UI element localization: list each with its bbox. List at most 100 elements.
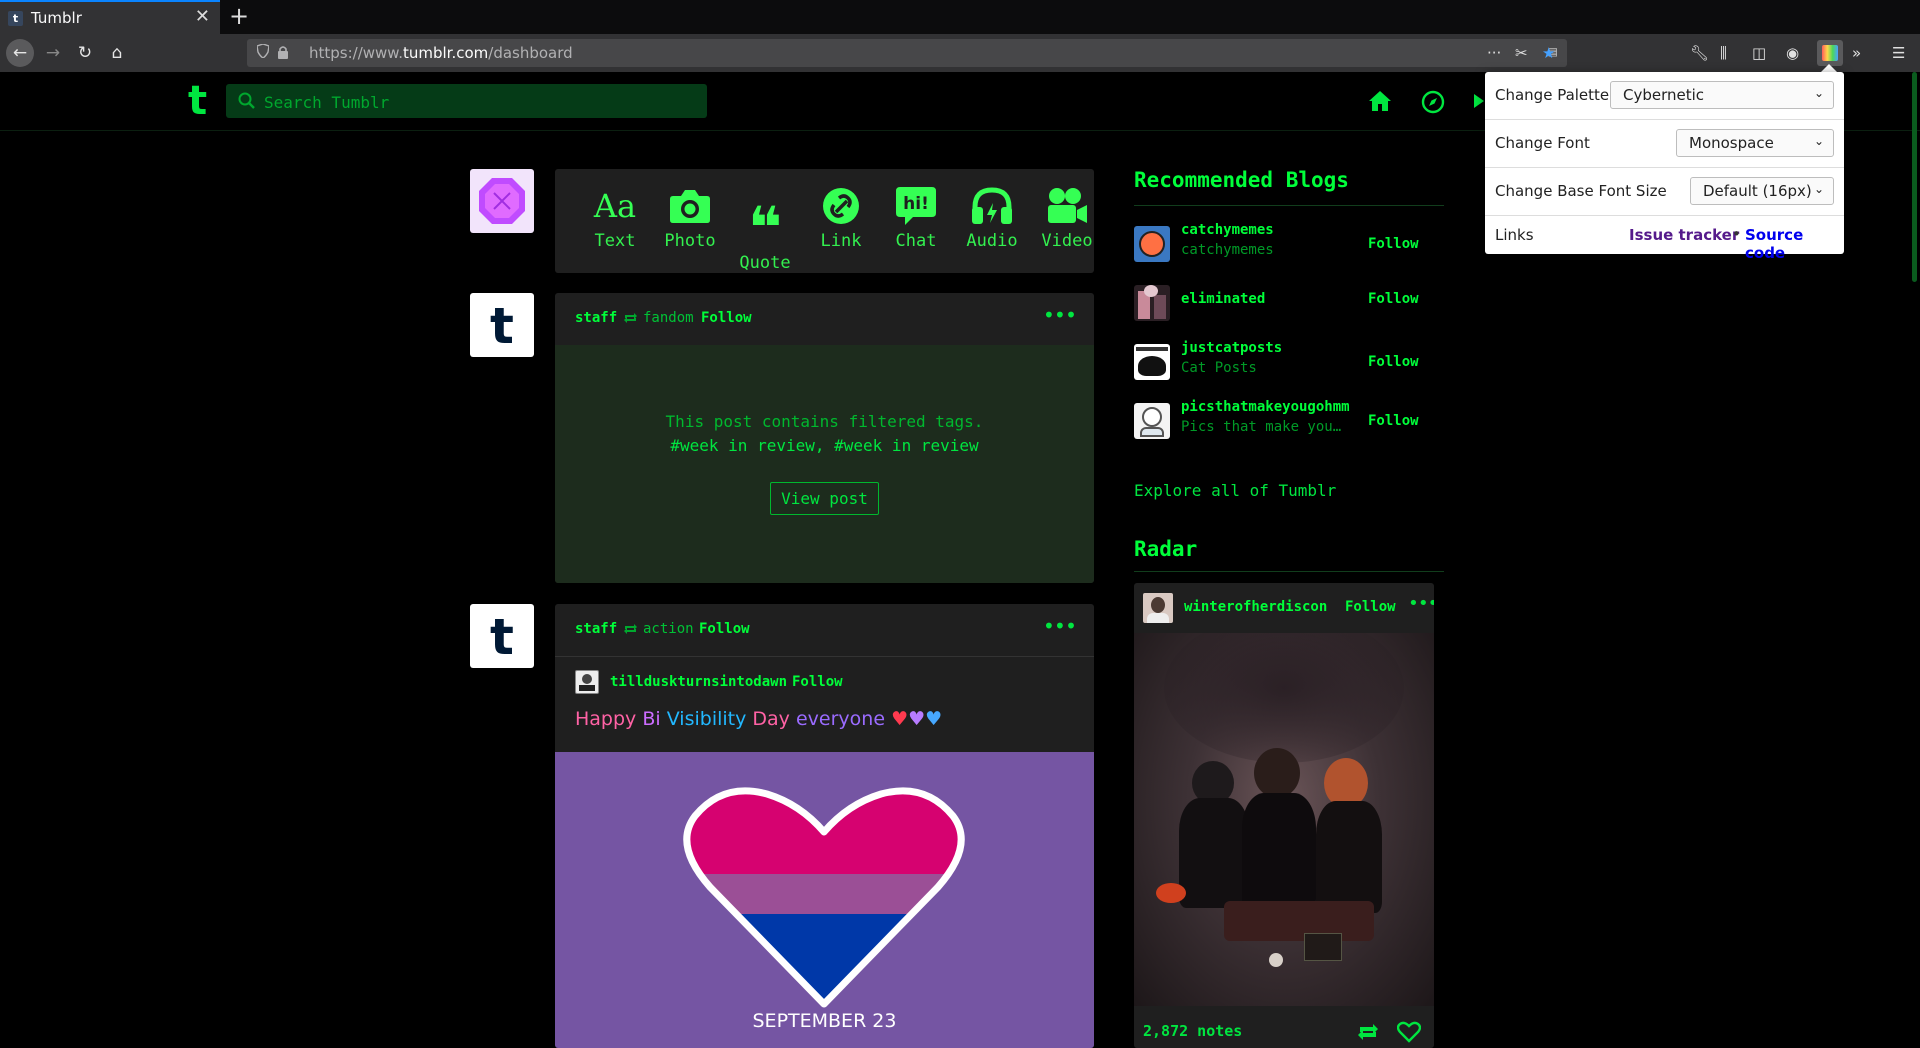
recommended-blog-item[interactable]: catchymemes catchymemes Follow <box>1134 218 1444 266</box>
new-tab-icon[interactable]: + <box>229 2 249 30</box>
bookmark-star-icon[interactable]: ★ <box>1542 44 1555 62</box>
more-options-icon[interactable]: ••• <box>1043 303 1077 327</box>
url-text[interactable]: https://www.tumblr.com/dashboard <box>309 44 573 62</box>
recommended-blog-item[interactable]: justcatposts Cat Posts Follow <box>1134 336 1444 384</box>
radar-notes-count[interactable]: 2,872 notes <box>1143 1022 1242 1040</box>
blog-avatar[interactable] <box>1134 403 1170 439</box>
follow-button[interactable]: Follow <box>1368 291 1419 307</box>
blog-name[interactable]: justcatposts <box>1181 340 1282 356</box>
reblog-icon[interactable] <box>1357 1022 1379 1042</box>
post-type-label: Quote <box>739 253 791 273</box>
blog-name[interactable]: catchymemes <box>1181 222 1274 238</box>
font-size-select[interactable]: Default (16px) ⌄ <box>1690 177 1834 205</box>
reblog-source[interactable]: action <box>643 621 694 637</box>
lock-icon[interactable] <box>277 45 289 59</box>
back-button[interactable]: ← <box>6 39 34 67</box>
radar-blog-name[interactable]: winterofherdiscon <box>1184 599 1327 615</box>
like-heart-icon[interactable] <box>1397 1021 1421 1043</box>
blog-avatar[interactable] <box>1134 226 1170 262</box>
sidebar-icon[interactable]: ◫ <box>1752 44 1766 62</box>
blue-heart-icon: ♥ <box>925 708 943 730</box>
follow-button[interactable]: Follow <box>699 621 750 637</box>
view-post-button[interactable]: View post <box>770 482 879 515</box>
address-bar[interactable]: https://www.tumblr.com/dashboard ▤ <box>247 39 1567 67</box>
chevron-down-icon: ⌄ <box>1813 134 1824 148</box>
post-type-photo[interactable]: Photo <box>653 185 727 251</box>
chevron-down-icon: ⌄ <box>1813 182 1824 196</box>
tumblr-logo[interactable]: t <box>188 78 207 124</box>
post-type-text[interactable]: Aa Text <box>578 185 652 251</box>
links-label: Links <box>1495 226 1534 244</box>
palette-extension-popup: Change Palette Cybernetic ⌄ Change Font … <box>1485 72 1844 262</box>
close-tab-icon[interactable]: ✕ <box>195 6 210 27</box>
post-card: staff action Follow ••• tillduskturnsint… <box>555 604 1094 1048</box>
post-type-quote[interactable]: ❝ Quote <box>728 185 802 273</box>
reblog-source[interactable]: fandom <box>643 310 694 326</box>
library-icon[interactable]: ⫼ <box>1720 44 1727 62</box>
reblog-follow-button[interactable]: Follow <box>792 674 843 690</box>
follow-button[interactable]: Follow <box>701 310 752 326</box>
bi-visibility-image[interactable]: SEPTEMBER 23 <box>555 752 1094 1048</box>
blog-name[interactable]: eliminated <box>1181 291 1265 307</box>
blog-avatar[interactable]: t <box>470 604 534 668</box>
explore-link[interactable]: Explore all of Tumblr <box>1134 481 1336 500</box>
post-type-bar: Aa Text Photo ❝ Quote Link hi! Chat Audi… <box>555 169 1094 273</box>
blog-avatar[interactable] <box>1134 344 1170 380</box>
page-scrollbar[interactable] <box>1912 72 1917 282</box>
blog-description: Pics that make you… <box>1181 419 1342 435</box>
blog-description: catchymemes <box>1181 242 1274 258</box>
palette-extension-icon[interactable] <box>1817 40 1843 66</box>
forward-button[interactable]: → <box>40 40 66 66</box>
page-actions-icon[interactable]: ··· <box>1487 44 1501 62</box>
radar-avatar[interactable] <box>1143 593 1173 623</box>
more-options-icon[interactable]: ••• <box>1043 614 1077 638</box>
recommended-blog-item[interactable]: eliminated Follow <box>1134 277 1444 325</box>
radar-follow-button[interactable]: Follow <box>1345 599 1396 615</box>
source-code-link[interactable]: Source code <box>1745 226 1844 262</box>
font-select[interactable]: Monospace ⌄ <box>1676 129 1834 157</box>
screenshot-icon[interactable]: ✂ <box>1515 44 1528 62</box>
radar-photo[interactable] <box>1134 633 1434 1006</box>
tumblr-favicon-icon: t <box>8 11 23 26</box>
blog-name[interactable]: picsthatmakeyougohmm <box>1181 399 1350 415</box>
blog-avatar[interactable] <box>1134 285 1170 321</box>
search-box[interactable] <box>226 84 707 118</box>
issue-tracker-link[interactable]: Issue tracker <box>1629 226 1739 244</box>
wrench-icon[interactable]: 🔧︎ <box>1690 44 1709 62</box>
post-type-video[interactable]: Video <box>1030 185 1104 251</box>
account-icon[interactable]: ◉ <box>1786 44 1799 62</box>
post-header: staff fandom Follow ••• <box>555 293 1094 345</box>
font-label: Change Font <box>1495 134 1590 152</box>
follow-button[interactable]: Follow <box>1368 413 1419 429</box>
home-button[interactable]: ⌂ <box>104 40 130 66</box>
post-blog-name[interactable]: staff <box>575 621 617 637</box>
reblog-blog-name[interactable]: tillduskturnsintodawn <box>610 674 787 690</box>
post-type-audio[interactable]: Audio <box>955 185 1029 251</box>
palette-select[interactable]: Cybernetic ⌄ <box>1610 81 1834 109</box>
post-blog-name[interactable]: staff <box>575 310 617 326</box>
blog-avatar[interactable]: t <box>470 293 534 357</box>
font-size-label: Change Base Font Size <box>1495 182 1667 200</box>
reload-button[interactable]: ↻ <box>72 40 98 66</box>
post-type-chat[interactable]: hi! Chat <box>879 185 953 251</box>
search-input[interactable] <box>262 90 686 114</box>
browser-tab[interactable]: t Tumblr ✕ <box>0 0 220 34</box>
rainbow-word: Day <box>752 708 790 730</box>
recommended-blog-item[interactable]: picsthatmakeyougohmm Pics that make you…… <box>1134 395 1444 443</box>
follow-button[interactable]: Follow <box>1368 354 1419 370</box>
hamburger-menu-icon[interactable]: ☰ <box>1892 44 1905 62</box>
home-icon[interactable] <box>1368 90 1392 112</box>
post-type-link[interactable]: Link <box>804 185 878 251</box>
reblog-avatar[interactable] <box>575 670 599 694</box>
font-value: Monospace <box>1689 134 1774 152</box>
overflow-chevron-icon[interactable]: » <box>1852 44 1861 62</box>
explore-compass-icon[interactable] <box>1421 90 1445 114</box>
red-heart-icon: ♥ <box>891 708 909 730</box>
text-icon: Aa <box>593 187 637 225</box>
more-options-icon[interactable]: ••• <box>1408 593 1434 614</box>
follow-button[interactable]: Follow <box>1368 236 1419 252</box>
user-avatar[interactable] <box>470 169 534 233</box>
tracking-shield-icon[interactable] <box>257 44 269 58</box>
tumblr-t-icon: t <box>490 297 514 355</box>
inbox-icon[interactable] <box>1474 90 1484 112</box>
